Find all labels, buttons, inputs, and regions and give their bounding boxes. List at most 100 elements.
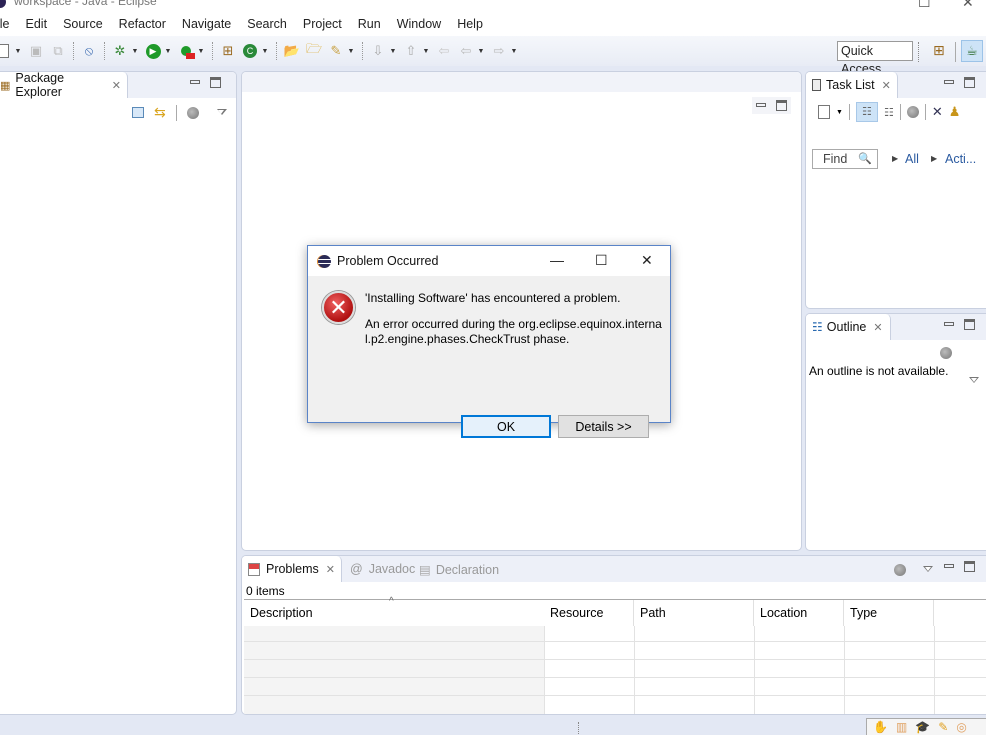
new-class-dropdown-icon[interactable]: ▼ bbox=[261, 48, 269, 55]
next-annotation-dropdown-icon[interactable]: ▼ bbox=[389, 48, 397, 55]
filters-icon[interactable] bbox=[186, 106, 199, 119]
column-header-path[interactable]: Path bbox=[634, 600, 754, 626]
maximize-icon[interactable] bbox=[964, 561, 975, 572]
next-annotation-icon[interactable]: ⇩ bbox=[369, 42, 387, 60]
focus-icon[interactable] bbox=[894, 564, 906, 576]
hide-completed-icon[interactable]: ✕ bbox=[932, 104, 943, 120]
minimize-icon[interactable] bbox=[944, 322, 954, 326]
debug-icon[interactable]: ✲ bbox=[111, 42, 129, 60]
minimize-icon[interactable] bbox=[190, 80, 200, 84]
minimize-icon[interactable] bbox=[944, 80, 954, 84]
find-input[interactable]: Find 🔍 bbox=[812, 149, 878, 169]
focus-icon[interactable] bbox=[906, 106, 919, 118]
back-icon[interactable]: ⇦ bbox=[457, 42, 475, 60]
search-icon[interactable]: ✎ bbox=[327, 42, 345, 60]
categorized-icon[interactable]: ☷ bbox=[855, 102, 878, 122]
menu-project[interactable]: Project bbox=[295, 17, 350, 31]
tab-outline[interactable]: ☷ Outline ✕ bbox=[806, 314, 891, 340]
close-icon[interactable]: ✕ bbox=[326, 563, 335, 576]
wand-icon[interactable]: ✎ bbox=[938, 720, 948, 734]
dialog-close-button[interactable]: ✕ bbox=[641, 252, 653, 269]
filter-active-link[interactable]: Acti... bbox=[945, 152, 976, 166]
view-menu-icon[interactable] bbox=[216, 108, 227, 117]
separator bbox=[899, 104, 901, 120]
new-task-dropdown-icon[interactable]: ▼ bbox=[836, 109, 843, 116]
new-java-project-icon[interactable]: ⊞ bbox=[219, 42, 237, 60]
column-header-location[interactable]: Location bbox=[754, 600, 844, 626]
ok-button[interactable]: OK bbox=[461, 415, 551, 438]
view-menu-icon[interactable] bbox=[923, 566, 933, 574]
new-icon[interactable] bbox=[0, 42, 12, 60]
maximize-icon[interactable] bbox=[964, 319, 975, 330]
search-dropdown-icon[interactable]: ▼ bbox=[347, 48, 355, 55]
save-icon[interactable]: ▣ bbox=[27, 42, 45, 60]
menu-window[interactable]: Window bbox=[389, 17, 449, 31]
table-row[interactable] bbox=[244, 678, 986, 696]
tab-declaration[interactable]: ▤ Declaration bbox=[419, 562, 499, 577]
focus-icon[interactable] bbox=[940, 347, 952, 359]
view-menu-icon[interactable] bbox=[969, 377, 979, 385]
maximize-icon[interactable] bbox=[210, 77, 221, 88]
previous-annotation-icon[interactable]: ⇧ bbox=[402, 42, 420, 60]
new-dropdown-icon[interactable]: ▼ bbox=[14, 48, 22, 55]
menu-edit[interactable]: Edit bbox=[18, 17, 56, 31]
java-perspective-button[interactable]: ☕ bbox=[961, 40, 983, 62]
tutorial-icon[interactable]: 🎓 bbox=[915, 720, 930, 734]
collapse-all-icon[interactable] bbox=[132, 107, 144, 118]
filter-all-link[interactable]: All bbox=[905, 152, 919, 166]
last-edit-location-icon[interactable]: ⇦ bbox=[435, 42, 453, 60]
forward-icon[interactable]: ⇨ bbox=[490, 42, 508, 60]
table-row[interactable] bbox=[244, 626, 986, 642]
debug-dropdown-icon[interactable]: ▼ bbox=[131, 48, 139, 55]
forward-dropdown-icon[interactable]: ▼ bbox=[510, 48, 518, 55]
link-with-editor-icon[interactable]: ⇆ bbox=[154, 104, 166, 121]
external-tools-icon[interactable] bbox=[177, 42, 195, 60]
table-row[interactable] bbox=[244, 660, 986, 678]
close-icon[interactable]: ✕ bbox=[873, 321, 882, 334]
menu-run[interactable]: Run bbox=[350, 17, 389, 31]
minimize-icon[interactable] bbox=[944, 564, 954, 568]
tab-problems[interactable]: Problems ✕ bbox=[242, 556, 342, 582]
run-dropdown-icon[interactable]: ▼ bbox=[164, 48, 172, 55]
dialog-maximize-button[interactable]: ☐ bbox=[595, 252, 608, 269]
window-maximize-button[interactable]: ☐ bbox=[918, 0, 931, 11]
quick-access-input[interactable]: Quick Access bbox=[837, 41, 913, 76]
welcome-icon[interactable]: ◎ bbox=[956, 720, 966, 734]
tab-package-explorer[interactable]: ▦ Package Explorer ✕ bbox=[0, 72, 128, 99]
open-type-icon[interactable]: 📂 bbox=[283, 42, 301, 60]
menu-search[interactable]: Search bbox=[239, 17, 295, 31]
skip-breakpoints-icon[interactable]: ⦸ bbox=[80, 42, 98, 60]
new-java-class-icon[interactable]: C bbox=[241, 42, 259, 60]
task-icon[interactable]: ✋ bbox=[873, 720, 888, 734]
column-header-resource[interactable]: Resource bbox=[544, 600, 634, 626]
run-icon[interactable]: ▶ bbox=[144, 42, 162, 60]
external-tools-dropdown-icon[interactable]: ▼ bbox=[197, 48, 205, 55]
menu-refactor[interactable]: Refactor bbox=[111, 17, 174, 31]
open-task-icon[interactable]: 🗁 bbox=[305, 41, 323, 60]
close-icon[interactable]: ✕ bbox=[112, 79, 121, 92]
save-all-icon[interactable]: ⧉ bbox=[49, 42, 67, 60]
table-row[interactable] bbox=[244, 642, 986, 660]
previous-annotation-dropdown-icon[interactable]: ▼ bbox=[422, 48, 430, 55]
menu-source[interactable]: Source bbox=[55, 17, 111, 31]
book-icon[interactable]: ▥ bbox=[896, 720, 907, 734]
menu-navigate[interactable]: Navigate bbox=[174, 17, 239, 31]
close-icon[interactable]: ✕ bbox=[882, 79, 891, 92]
tab-javadoc[interactable]: @ Javadoc bbox=[350, 562, 415, 576]
open-perspective-icon[interactable]: ⊞ bbox=[933, 42, 945, 59]
details-button[interactable]: Details >> bbox=[558, 415, 649, 438]
back-dropdown-icon[interactable]: ▼ bbox=[477, 48, 485, 55]
new-task-icon[interactable] bbox=[818, 105, 830, 119]
show-ui-legend-icon[interactable]: ♟ bbox=[949, 104, 961, 120]
menu-help[interactable]: Help bbox=[449, 17, 491, 31]
tab-task-list[interactable]: Task List ✕ bbox=[806, 72, 898, 98]
maximize-icon[interactable] bbox=[776, 100, 787, 111]
maximize-icon[interactable] bbox=[964, 77, 975, 88]
menu-file[interactable]: ile bbox=[0, 17, 18, 31]
column-header-description[interactable]: Description bbox=[244, 600, 544, 626]
column-header-type[interactable]: Type bbox=[844, 600, 934, 626]
scheduled-icon[interactable]: ☷ bbox=[884, 106, 894, 119]
dialog-minimize-button[interactable]: — bbox=[550, 252, 564, 268]
window-close-button[interactable]: ✕ bbox=[962, 0, 974, 11]
minimize-icon[interactable] bbox=[756, 103, 766, 107]
